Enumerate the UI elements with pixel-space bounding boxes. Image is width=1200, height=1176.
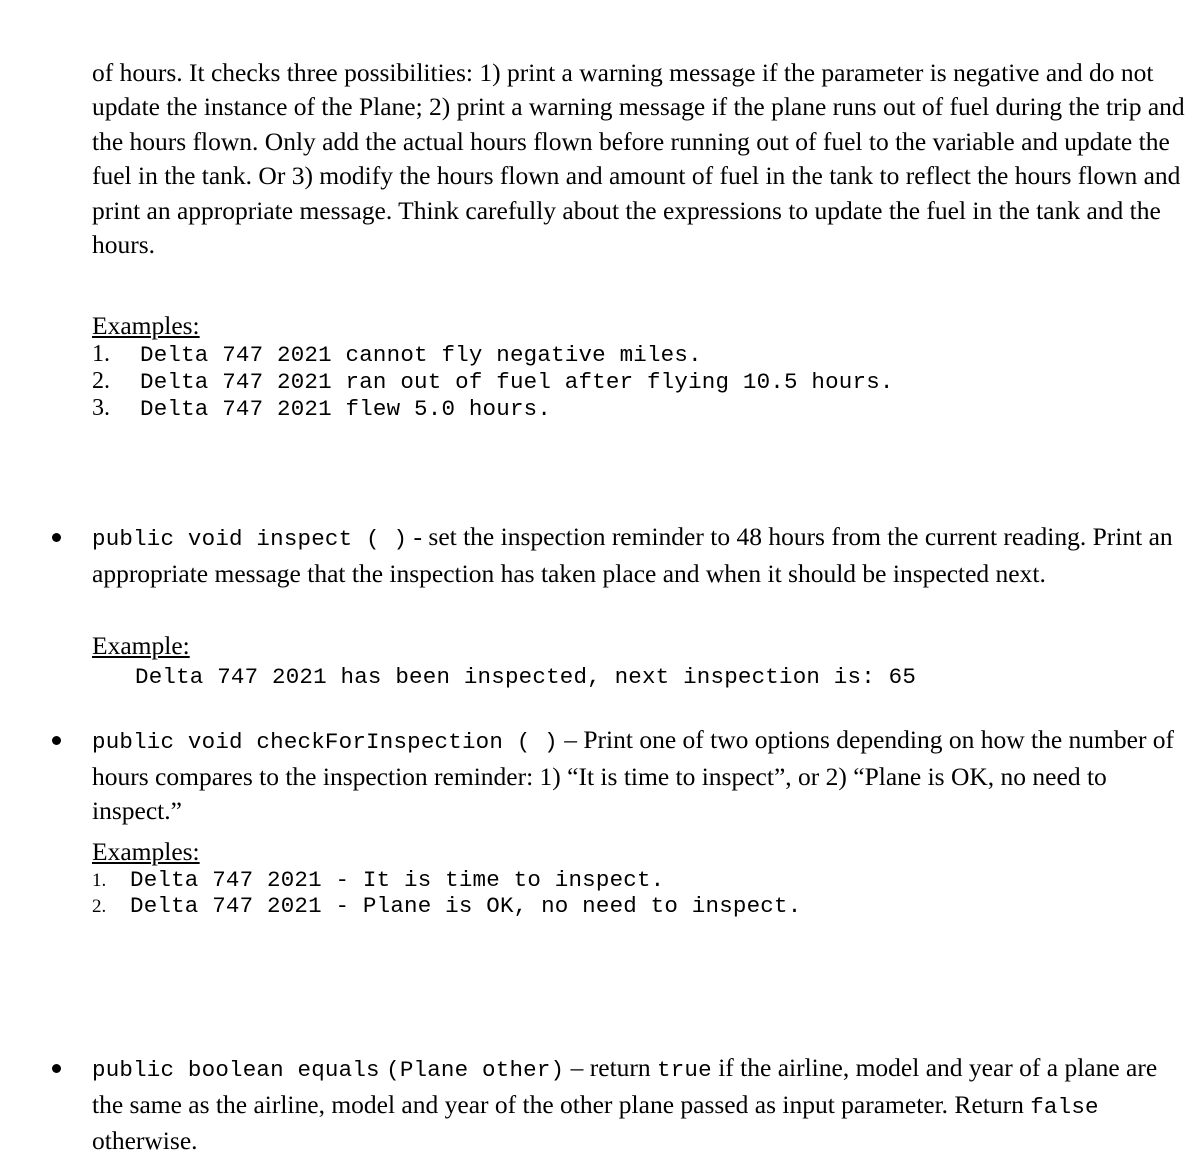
bullet-inspect-body: public void inspect ( ) - set the inspec… bbox=[92, 520, 1192, 591]
bullet-checkforinspection-body: public void checkForInspection ( ) – Pri… bbox=[92, 723, 1192, 829]
list-item-text: Delta 747 2021 - Plane is OK, no need to… bbox=[130, 893, 802, 919]
examples-heading: Examples: bbox=[92, 837, 200, 866]
list-item: 1. Delta 747 2021 - It is time to inspec… bbox=[92, 867, 1152, 893]
list-item-number: 2. bbox=[92, 368, 110, 394]
method-signature-equals-part2: (Plane other) bbox=[386, 1057, 565, 1083]
list-item: 2. Delta 747 2021 ran out of fuel after … bbox=[92, 368, 1152, 395]
bullet-item-equals: public boolean equals (Plane other) – re… bbox=[52, 1051, 1192, 1159]
list-item-number: 1. bbox=[92, 870, 107, 891]
inspect-example-block: Example: Delta 747 2021 has been inspect… bbox=[92, 630, 1152, 694]
list-item-number: 1. bbox=[92, 341, 110, 367]
equals-dash-return: – return bbox=[564, 1053, 658, 1082]
examples-block-2: Examples: 1. Delta 747 2021 - It is time… bbox=[92, 836, 1152, 919]
list-item: 1. Delta 747 2021 cannot fly negative mi… bbox=[92, 341, 1152, 368]
method-signature-checkforinspection: public void checkForInspection ( ) bbox=[92, 729, 558, 755]
true-literal: true bbox=[657, 1057, 712, 1083]
list-item-number: 3. bbox=[92, 395, 110, 421]
list-item: 3. Delta 747 2021 flew 5.0 hours. bbox=[92, 395, 1152, 422]
list-item-text: Delta 747 2021 ran out of fuel after fly… bbox=[140, 369, 894, 395]
list-item-text: Delta 747 2021 - It is time to inspect. bbox=[130, 867, 665, 893]
examples-list-2: 1. Delta 747 2021 - It is time to inspec… bbox=[92, 867, 1152, 919]
method-signature-equals-part1: public boolean equals bbox=[92, 1057, 380, 1083]
inspect-example-line: Delta 747 2021 has been inspected, next … bbox=[135, 664, 917, 690]
examples-block-1: Examples: 1. Delta 747 2021 cannot fly n… bbox=[92, 310, 1152, 422]
example-heading: Example: bbox=[92, 631, 190, 660]
intro-paragraph: of hours. It checks three possibilities:… bbox=[92, 57, 1185, 260]
method-signature-inspect: public void inspect ( ) bbox=[92, 526, 408, 552]
bullet-dot-icon bbox=[52, 736, 61, 745]
list-item-text: Delta 747 2021 flew 5.0 hours. bbox=[140, 396, 552, 422]
equals-description-part2: otherwise. bbox=[92, 1126, 198, 1155]
bullet-item-checkforinspection: public void checkForInspection ( ) – Pri… bbox=[52, 723, 1192, 829]
bullet-dot-icon bbox=[52, 1064, 61, 1073]
bullet-item-inspect: public void inspect ( ) - set the inspec… bbox=[52, 520, 1192, 591]
bullet-equals-body: public boolean equals (Plane other) – re… bbox=[92, 1051, 1192, 1159]
false-literal: false bbox=[1030, 1093, 1099, 1120]
list-item-number: 2. bbox=[92, 896, 107, 917]
examples-heading: Examples: bbox=[92, 311, 200, 340]
bullet-dot-icon bbox=[52, 533, 61, 542]
list-item: 2. Delta 747 2021 - Plane is OK, no need… bbox=[92, 893, 1152, 919]
examples-list-1: 1. Delta 747 2021 cannot fly negative mi… bbox=[92, 341, 1152, 422]
document-page: of hours. It checks three possibilities:… bbox=[0, 0, 1200, 1176]
list-item-text: Delta 747 2021 cannot fly negative miles… bbox=[140, 342, 702, 368]
